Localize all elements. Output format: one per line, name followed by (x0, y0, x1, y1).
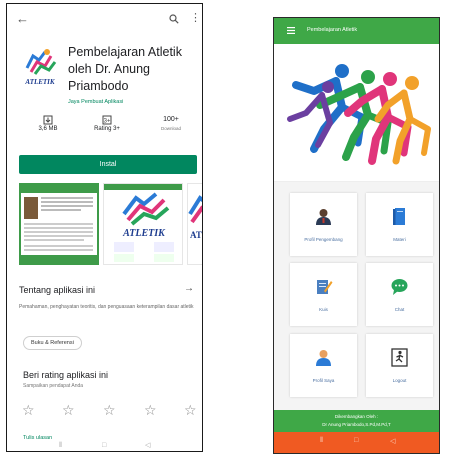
more-options-icon[interactable]: ⋮ (190, 11, 201, 25)
recent-apps-icon[interactable]: ⦀ (59, 440, 62, 451)
home-icon[interactable]: □ (102, 440, 106, 451)
system-nav-bar: ⦀ □ ◁ (274, 432, 439, 453)
screenshot-carousel[interactable]: ATLETIK ATLET (19, 183, 203, 265)
rating-stars: ☆ ☆ ☆ ☆ ☆ (22, 402, 202, 418)
menu-tile-label: Kuis (319, 307, 328, 312)
download-size-icon (43, 115, 53, 125)
back-nav-icon[interactable]: ◁ (145, 440, 150, 451)
stat-size-value: 3,6 MB (38, 126, 58, 132)
menu-tile-developer-profile[interactable]: Profil Pengembang (290, 193, 357, 256)
star-icon[interactable]: ☆ (62, 402, 75, 418)
screenshot-2[interactable]: ATLETIK (103, 183, 183, 265)
content-rating-icon: 3+ (102, 115, 112, 125)
user-profile-icon (316, 350, 331, 366)
system-nav-bar: ⦀ □ ◁ (7, 440, 202, 451)
screenshot-2-image: ATLETIK (104, 184, 182, 262)
stat-downloads: 100+ Download (146, 115, 196, 131)
stat-size: 3,6 MB (23, 115, 73, 132)
star-icon[interactable]: ☆ (184, 402, 197, 418)
app-screen: Pembelajaran Atletik Profil Pengembang M… (273, 17, 440, 454)
screenshot-3[interactable]: ATLET (187, 183, 203, 265)
stat-downloads-label: Download (160, 126, 181, 131)
playstore-toolbar: ← ⋮ (7, 4, 202, 34)
arrow-right-icon[interactable]: → (184, 283, 194, 294)
menu-tile-label: Logout (392, 378, 407, 383)
header-title: Pembelajaran Atletik (307, 27, 358, 33)
runners-banner-image (287, 64, 431, 165)
star-icon[interactable]: ☆ (22, 402, 35, 418)
menu-tile-my-profile[interactable]: Profil Saya (290, 334, 357, 397)
app-footer: Dikembangkan Oleh : Dr Anung Priambodo,S… (274, 410, 439, 432)
menu-tile-label: Profil Saya (312, 378, 335, 383)
menu-tile-quiz[interactable]: Kuis (290, 263, 357, 326)
app-icon: ATLETIK (19, 46, 61, 88)
logout-exit-icon (391, 348, 408, 367)
screenshot-1[interactable] (19, 183, 99, 265)
about-description: Pemahaman, penghayatan teoritis, dan pen… (19, 304, 194, 310)
rate-title: Beri rating aplikasi ini (23, 370, 109, 380)
search-icon[interactable] (169, 14, 179, 24)
footer-line-2: Dr Anung Priambodo,S.Pd,M.Pd,T (322, 422, 391, 427)
app-header: Pembelajaran Atletik (274, 18, 439, 44)
developer-link[interactable]: Jaya Pembuat Aplikasi (68, 99, 123, 105)
developer-avatar-icon (316, 209, 331, 225)
chat-bubble-icon (391, 279, 408, 295)
stat-rating-value: Rating 3+ (94, 126, 120, 132)
menu-tile-chat[interactable]: Chat (366, 263, 433, 326)
recent-apps-icon[interactable]: ⦀ (320, 437, 323, 445)
hamburger-menu-icon[interactable] (287, 27, 295, 34)
app-stats: 3,6 MB 3+ Rating 3+ 100+ Download (7, 115, 202, 145)
menu-tile-materials[interactable]: Materi (366, 193, 433, 256)
screenshot-1-image (21, 185, 97, 263)
menu-tile-logout[interactable]: Logout (366, 334, 433, 397)
quiz-edit-icon (317, 280, 333, 294)
screenshot-3-image: ATLET (188, 195, 203, 240)
menu-tile-label: Chat (394, 307, 405, 312)
about-title: Tentang aplikasi ini (19, 285, 96, 295)
app-title: Pembelajaran Atletik oleh Dr. Anung Pria… (68, 45, 182, 93)
screenshot-3-text: ATLET (190, 230, 203, 240)
stat-rating: 3+ Rating 3+ (82, 115, 132, 132)
footer-line-1: Dikembangkan Oleh : (334, 414, 379, 419)
back-arrow-icon[interactable]: ← (16, 12, 29, 26)
book-icon (393, 208, 405, 225)
install-button[interactable]: Instal (19, 155, 197, 174)
playstore-screen: ← ⋮ ATLETIK Pembelajaran Atletik oleh Dr… (6, 3, 203, 452)
star-icon[interactable]: ☆ (144, 402, 157, 418)
menu-tile-label: Profil Pengembang (304, 237, 343, 242)
app-icon-text: ATLETIK (24, 78, 56, 86)
star-icon[interactable]: ☆ (103, 402, 116, 418)
home-icon[interactable]: □ (354, 437, 358, 444)
screenshot-2-text: ATLETIK (122, 228, 166, 239)
category-chip[interactable]: Buku & Referensi (23, 336, 82, 350)
back-nav-icon[interactable]: ◁ (390, 437, 395, 445)
stat-downloads-value: 100+ (163, 116, 179, 123)
rate-subtitle: Sampaikan pendapat Anda (23, 383, 84, 389)
svg-text:3+: 3+ (104, 119, 111, 125)
menu-tile-label: Materi (393, 237, 406, 242)
